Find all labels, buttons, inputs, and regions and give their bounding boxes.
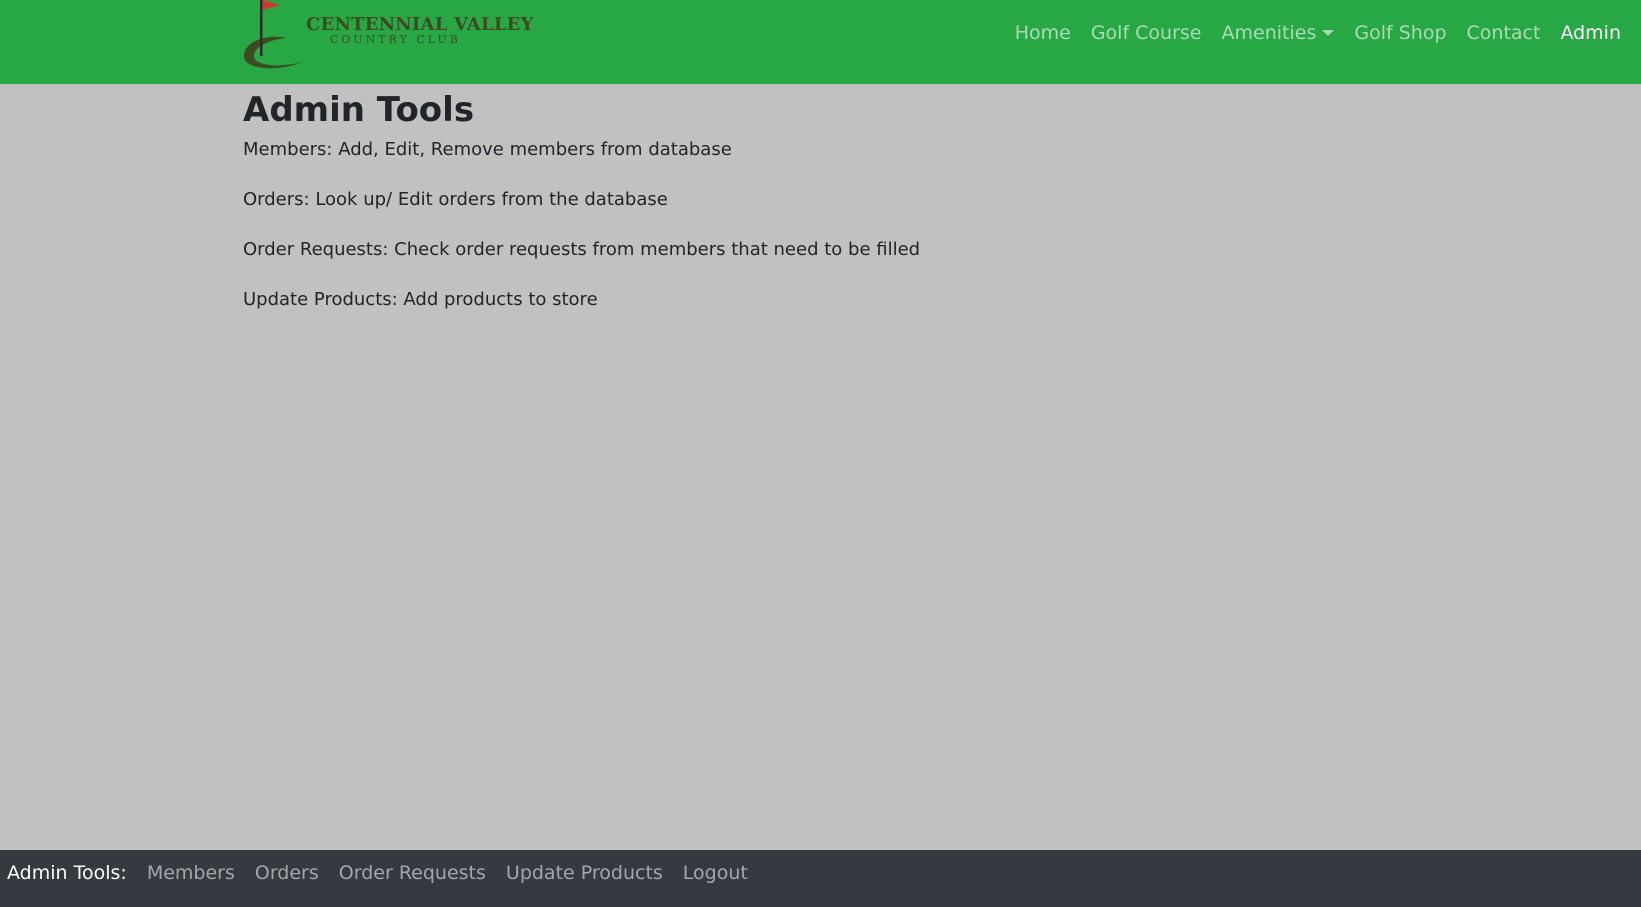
nav-links: Home Golf Course Amenities Golf Shop Con… bbox=[1015, 22, 1621, 44]
brand-logo-link[interactable]: CENTENNIAL VALLEY COUNTRY CLUB bbox=[240, 0, 533, 70]
update-products-description: Update Products: Add products to store bbox=[243, 289, 598, 310]
page: CENTENNIAL VALLEY COUNTRY CLUB Home Golf… bbox=[0, 0, 1641, 907]
order-requests-description: Order Requests: Check order requests fro… bbox=[243, 239, 921, 260]
admin-footer-nav: Admin Tools: Members Orders Order Reques… bbox=[0, 850, 1641, 907]
orders-description: Orders: Look up/ Edit orders from the da… bbox=[243, 189, 668, 210]
page-title: Admin Tools bbox=[243, 90, 475, 130]
members-description: Members: Add, Edit, Remove members from … bbox=[243, 139, 732, 160]
nav-golf-shop[interactable]: Golf Shop bbox=[1354, 22, 1446, 44]
footer-link-order-requests[interactable]: Order Requests bbox=[339, 862, 486, 884]
nav-home[interactable]: Home bbox=[1015, 22, 1071, 44]
footer-link-orders[interactable]: Orders bbox=[255, 862, 319, 884]
nav-golf-course[interactable]: Golf Course bbox=[1091, 22, 1202, 44]
nav-amenities-dropdown[interactable]: Amenities bbox=[1222, 22, 1335, 44]
footer-link-update-products[interactable]: Update Products bbox=[506, 862, 663, 884]
nav-amenities-label: Amenities bbox=[1221, 22, 1317, 44]
footer-link-members[interactable]: Members bbox=[147, 862, 235, 884]
brand-subtitle: COUNTRY CLUB bbox=[330, 33, 461, 46]
top-navbar: CENTENNIAL VALLEY COUNTRY CLUB Home Golf… bbox=[0, 0, 1641, 84]
caret-down-icon bbox=[1322, 30, 1335, 36]
main-content: Admin Tools Members: Add, Edit, Remove m… bbox=[243, 84, 1443, 338]
footer-links: Admin Tools: Members Orders Order Reques… bbox=[7, 862, 748, 884]
brand-name: CENTENNIAL VALLEY bbox=[306, 14, 534, 35]
nav-admin[interactable]: Admin bbox=[1560, 22, 1621, 44]
footer-link-logout[interactable]: Logout bbox=[683, 862, 748, 884]
footer-title: Admin Tools: bbox=[7, 862, 127, 884]
nav-contact[interactable]: Contact bbox=[1467, 22, 1541, 44]
golf-flag-logo-icon bbox=[244, 0, 302, 69]
